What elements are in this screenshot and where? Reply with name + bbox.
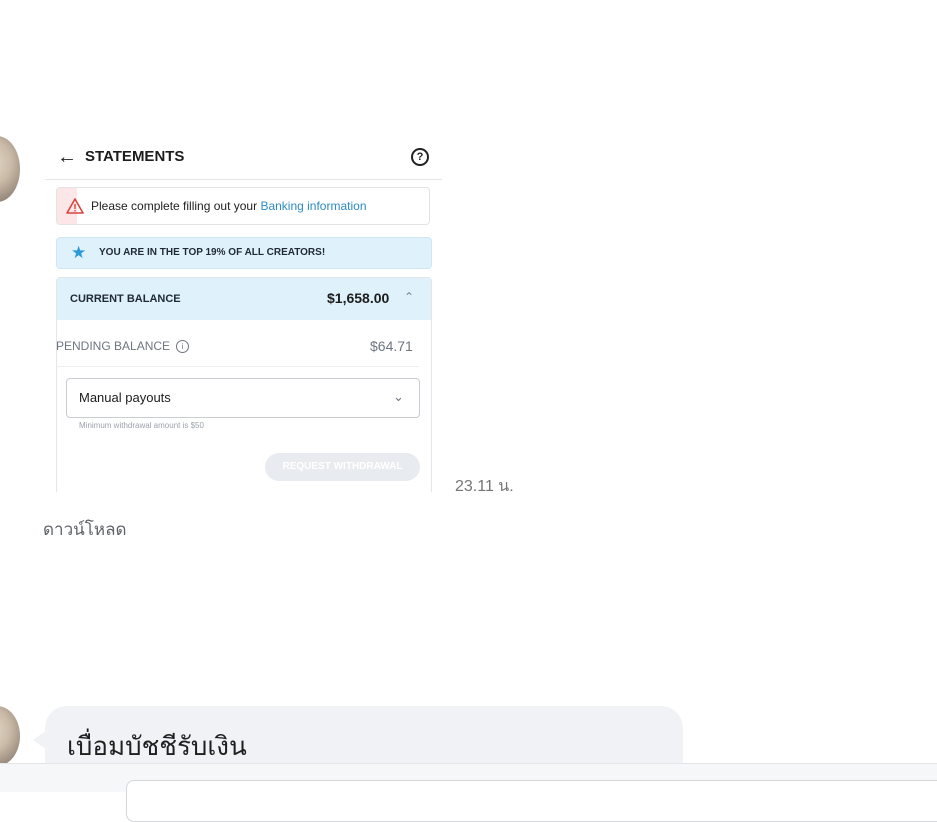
- payout-method-select: Manual payouts ⌄: [66, 378, 420, 418]
- current-balance-row: CURRENT BALANCE $1,658.00 ⌃: [57, 278, 431, 320]
- shared-screenshot-image[interactable]: ← STATEMENTS ? Please complete filling o…: [45, 136, 442, 492]
- download-link[interactable]: ดาวน์โหลด: [43, 516, 127, 543]
- statements-header: ← STATEMENTS ?: [45, 136, 442, 180]
- statements-title: STATEMENTS: [85, 148, 185, 165]
- warning-text: Please complete filling out your: [91, 199, 261, 213]
- top-creators-banner: ★ YOU ARE IN THE TOP 19% OF ALL CREATORS…: [56, 237, 432, 269]
- sender-avatar[interactable]: [0, 136, 20, 202]
- chevron-up-icon: ⌃: [404, 290, 415, 304]
- question-circle-icon: ?: [411, 148, 429, 166]
- warning-message: Please complete filling out your Banking…: [91, 199, 367, 213]
- current-balance-value: $1,658.00: [327, 290, 390, 306]
- pending-balance-row: PENDING BALANCE i $64.71: [56, 326, 419, 367]
- request-withdrawal-button: REQUEST WITHDRAWAL: [265, 453, 420, 481]
- sender-avatar[interactable]: [0, 706, 20, 766]
- payout-select-value: Manual payouts: [79, 390, 171, 405]
- top-creators-text: YOU ARE IN THE TOP 19% OF ALL CREATORS!: [99, 247, 326, 258]
- current-balance-label: CURRENT BALANCE: [70, 293, 181, 305]
- pending-balance-label: PENDING BALANCE: [56, 339, 171, 353]
- message-timestamp: 23.11 น.: [455, 478, 514, 495]
- bubble-tail: [33, 730, 47, 750]
- pending-balance-label-wrap: PENDING BALANCE i: [56, 339, 190, 354]
- info-circle-icon: i: [176, 340, 190, 354]
- banking-warning-banner: Please complete filling out your Banking…: [56, 187, 430, 225]
- minimum-withdrawal-note: Minimum withdrawal amount is $50: [79, 421, 204, 430]
- star-icon: ★: [71, 243, 87, 262]
- banking-information-link: Banking information: [260, 199, 367, 213]
- pending-balance-value: $64.71: [370, 338, 413, 354]
- message-input[interactable]: [126, 780, 937, 822]
- arrow-left-icon: ←: [57, 146, 77, 168]
- message-text: เบื่อมบัชชีรับเงิน: [67, 731, 247, 761]
- warning-triangle-icon: [66, 198, 84, 214]
- message-bubble[interactable]: เบื่อมบัชชีรับเงิน: [33, 706, 683, 766]
- chevron-down-icon: ⌄: [393, 389, 404, 404]
